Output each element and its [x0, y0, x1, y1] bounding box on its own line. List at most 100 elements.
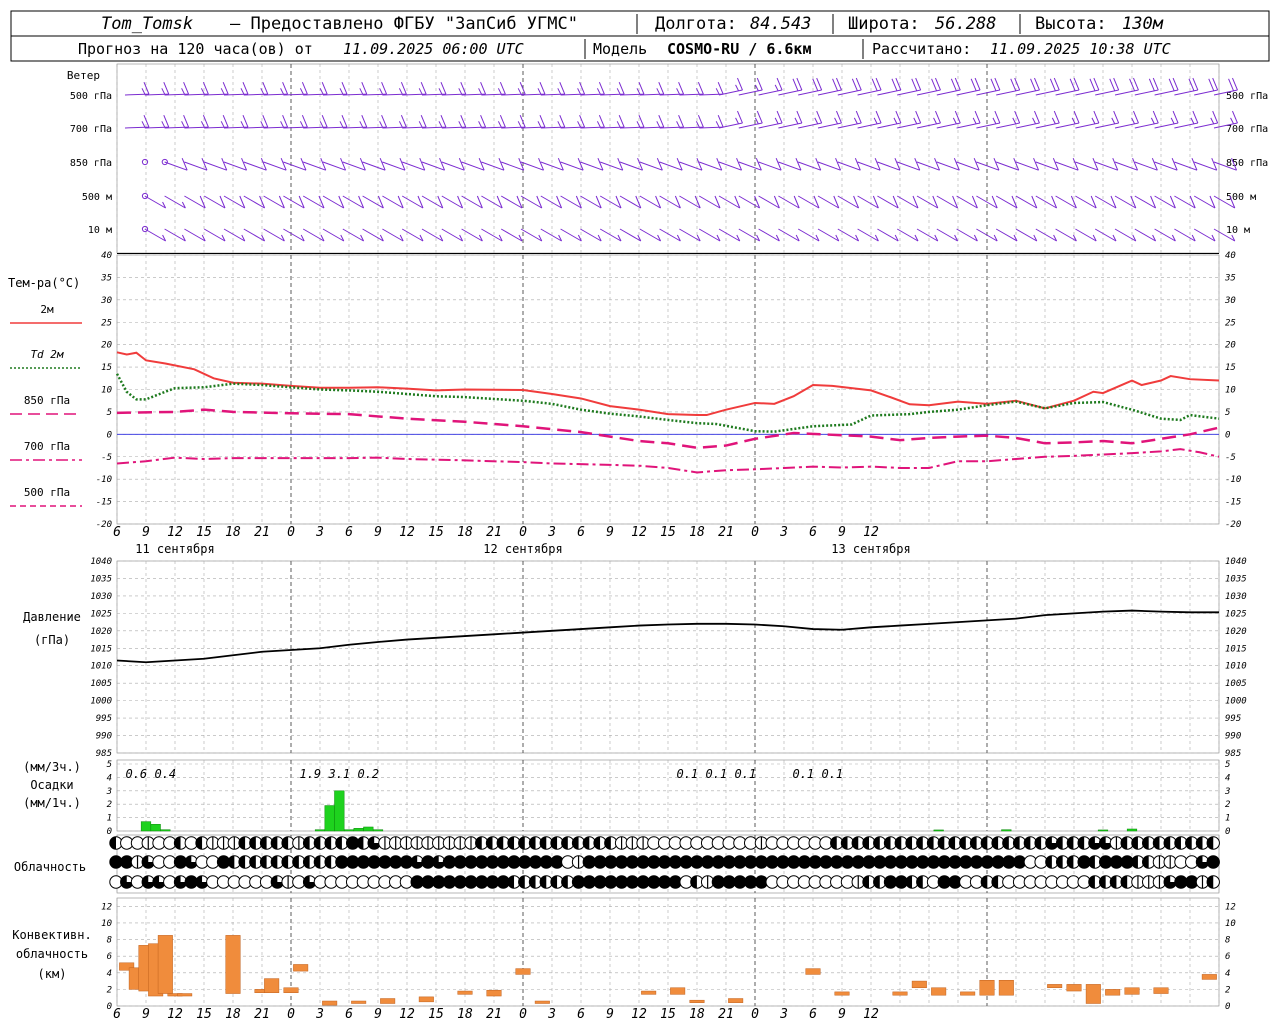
convective-bar	[457, 990, 473, 995]
wind-barb	[976, 122, 1000, 129]
wind-barb	[520, 228, 543, 242]
wind-barb	[1035, 89, 1060, 96]
cloud-cover-mark	[260, 855, 267, 869]
wind-barb-feather	[974, 77, 981, 91]
precip-bar	[1097, 829, 1109, 832]
time-tick-label: 6	[577, 525, 585, 540]
wind-barb-feather	[1034, 110, 1040, 124]
wind-barb	[659, 195, 681, 209]
wind-barb-half	[359, 88, 364, 95]
wind-barb	[184, 195, 206, 209]
cloud-cover-mark	[1153, 836, 1160, 850]
wind-barb-half	[557, 88, 562, 95]
wind-barb-feather	[1109, 78, 1116, 92]
pressure-tick-label-right: 1040	[1225, 557, 1247, 567]
wind-barb	[540, 195, 562, 209]
cloud-cover-mark	[303, 836, 310, 850]
wind-barb	[1095, 89, 1119, 96]
precip-sum-label: 0.1	[792, 767, 814, 781]
convective-bar	[1153, 987, 1169, 994]
cloud-cover-mark	[1185, 836, 1192, 850]
wind-barb-half	[478, 121, 483, 128]
wind-barb-half	[1091, 117, 1096, 125]
wind-barb	[798, 89, 822, 96]
wind-barb-half	[676, 121, 681, 128]
wind-barb-feather	[796, 77, 803, 91]
pressure-tick-label: 990	[96, 732, 112, 742]
wind-barb-half	[656, 121, 661, 128]
cloud-cover-mark	[271, 855, 278, 869]
cloud-cover-mark	[981, 875, 988, 889]
wind-barb-feather	[737, 110, 743, 124]
wind-barb	[956, 89, 981, 96]
convective-tick-label-right: 10	[1225, 919, 1236, 929]
time-tick-label: 18	[225, 525, 241, 540]
wind-barb-feather	[911, 78, 918, 92]
wind-barb	[481, 195, 503, 209]
pressure-panel: Давление (гПа) 1040 1040 1035 1035 1030 1030 1…	[23, 557, 1247, 759]
wind-barb-half	[636, 88, 641, 95]
pressure-tick-label: 1005	[90, 679, 112, 689]
precip-sum-label: 0.1	[676, 767, 698, 781]
wind-barb-feather	[559, 81, 566, 95]
time-tick-label: 0	[751, 1007, 759, 1022]
wind-barb	[560, 228, 582, 242]
header-forecast-prefix: Прогноз на 120 часа(ов) от	[78, 40, 313, 58]
wind-calm-circle	[141, 158, 149, 166]
cloud-cover-mark	[948, 836, 956, 850]
wind-barb-half	[1230, 117, 1235, 125]
wind-barb-feather	[994, 77, 1001, 91]
convective-title-3: (км)	[38, 967, 67, 981]
pressure-tick-label-right: 1020	[1225, 627, 1247, 637]
wind-barb-half	[754, 117, 759, 125]
wind-barb-feather	[618, 114, 625, 128]
wind-barb	[322, 195, 345, 209]
precip-bar	[363, 826, 374, 832]
convective-tick-label: 12	[101, 902, 112, 912]
cloud-cover-mark	[895, 836, 902, 850]
wind-barb-half	[1012, 117, 1017, 125]
wind-barb-feather	[855, 110, 862, 124]
time-tick-label: 6	[113, 1007, 121, 1022]
time-tick-label: 9	[606, 1007, 614, 1022]
convective-bar	[380, 998, 396, 1004]
cloud-title: Облачность	[14, 860, 86, 874]
wind-barb-feather	[499, 81, 506, 95]
wind-barb-feather	[812, 78, 819, 92]
wind-barb-feather	[1030, 78, 1037, 92]
wind-barb-feather	[222, 81, 229, 95]
temp-tick-label-right: -20	[1225, 520, 1241, 530]
wind-title: Ветер	[67, 69, 100, 82]
cloud-cover-mark	[938, 836, 945, 850]
wind-barb	[659, 228, 681, 242]
wind-barb	[936, 89, 961, 96]
convective-bar	[264, 978, 280, 993]
wind-barb-half	[1051, 117, 1056, 125]
wind-barb-half	[695, 88, 700, 95]
wind-barb	[1015, 122, 1040, 129]
wind-barb-feather	[1069, 78, 1076, 92]
cloud-cover-mark	[1024, 836, 1031, 850]
wind-barb-feather	[1014, 110, 1021, 124]
wind-barb	[877, 228, 899, 242]
wind-barb-half	[379, 88, 384, 95]
wind-barb	[1095, 122, 1119, 129]
wind-barb-feather	[341, 81, 348, 95]
temp-legend-label: 700 гПа	[24, 440, 70, 453]
cloud-cover-mark	[357, 836, 364, 850]
wind-barb	[1114, 195, 1137, 209]
wind-barb-feather	[282, 114, 289, 128]
wind-barb-feather	[836, 77, 842, 91]
wind-barb	[738, 89, 763, 96]
time-tick-label: 6	[345, 1007, 353, 1022]
wind-barb	[184, 228, 206, 242]
wind-barb-feather	[1192, 110, 1199, 124]
wind-barb	[421, 195, 444, 209]
wind-barb	[1154, 122, 1179, 129]
pressure-tick-label: 1015	[90, 644, 112, 654]
time-tick-label: 0	[751, 525, 759, 540]
wind-barb	[738, 228, 760, 242]
date-label: 11 сентября	[135, 542, 214, 556]
convective-bar	[998, 979, 1014, 996]
temperature-panel: Тем-ра(°C) 40 40 35 35 30 30 25 25 20 20 15 15 10 10 5…	[8, 251, 1241, 530]
